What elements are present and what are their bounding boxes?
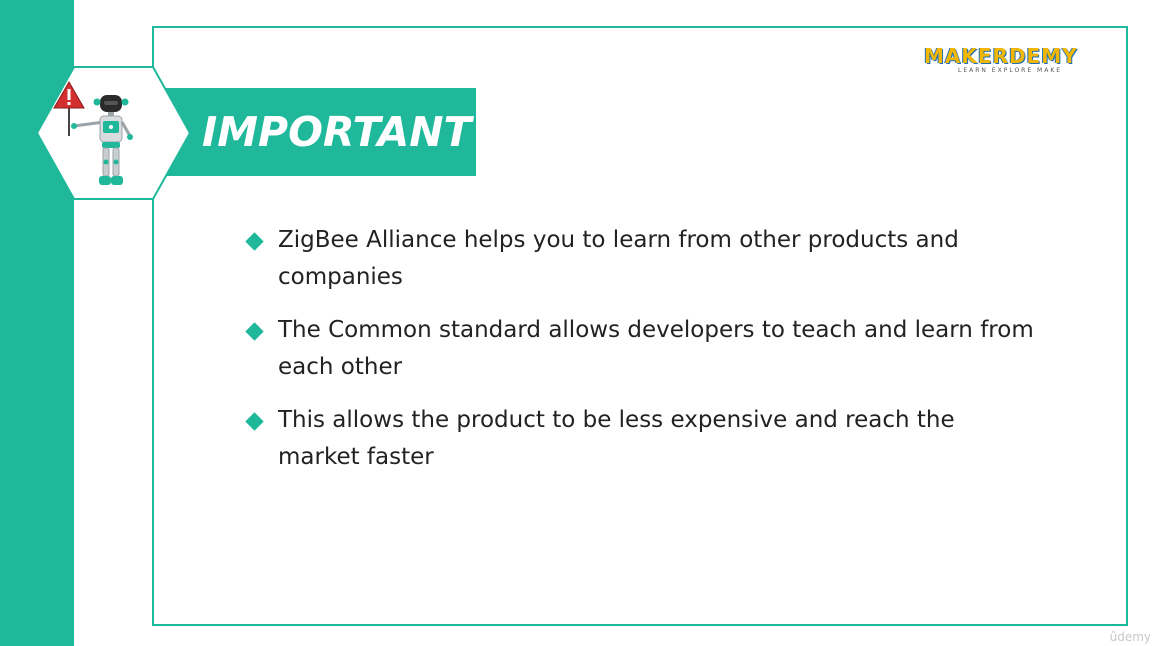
list-item: The Common standard allows developers to…	[244, 312, 1034, 386]
slide: IMPORTANT MAKERDEMY LEARN EXPLORE MAKE Z…	[0, 0, 1154, 646]
bullet-text: ZigBee Alliance helps you to learn from …	[278, 227, 959, 290]
udemy-watermark: ûdemy	[1109, 630, 1151, 644]
diamond-bullet-icon	[245, 322, 264, 341]
diamond-bullet-icon	[245, 412, 264, 431]
slide-title: IMPORTANT	[202, 108, 472, 156]
robot-icon	[53, 80, 133, 185]
logo-tagline: LEARN EXPLORE MAKE	[958, 67, 1063, 74]
bullet-text: The Common standard allows developers to…	[278, 317, 1034, 380]
warning-icon	[53, 80, 85, 136]
makerdemy-logo: MAKERDEMY LEARN EXPLORE MAKE	[924, 44, 1092, 76]
bullet-text: This allows the product to be less expen…	[278, 407, 955, 470]
bullet-list: ZigBee Alliance helps you to learn from …	[244, 222, 1034, 492]
list-item: ZigBee Alliance helps you to learn from …	[244, 222, 1034, 296]
diamond-bullet-icon	[245, 232, 264, 251]
list-item: This allows the product to be less expen…	[244, 402, 1034, 476]
logo-name: MAKERDEMY	[924, 44, 1078, 68]
